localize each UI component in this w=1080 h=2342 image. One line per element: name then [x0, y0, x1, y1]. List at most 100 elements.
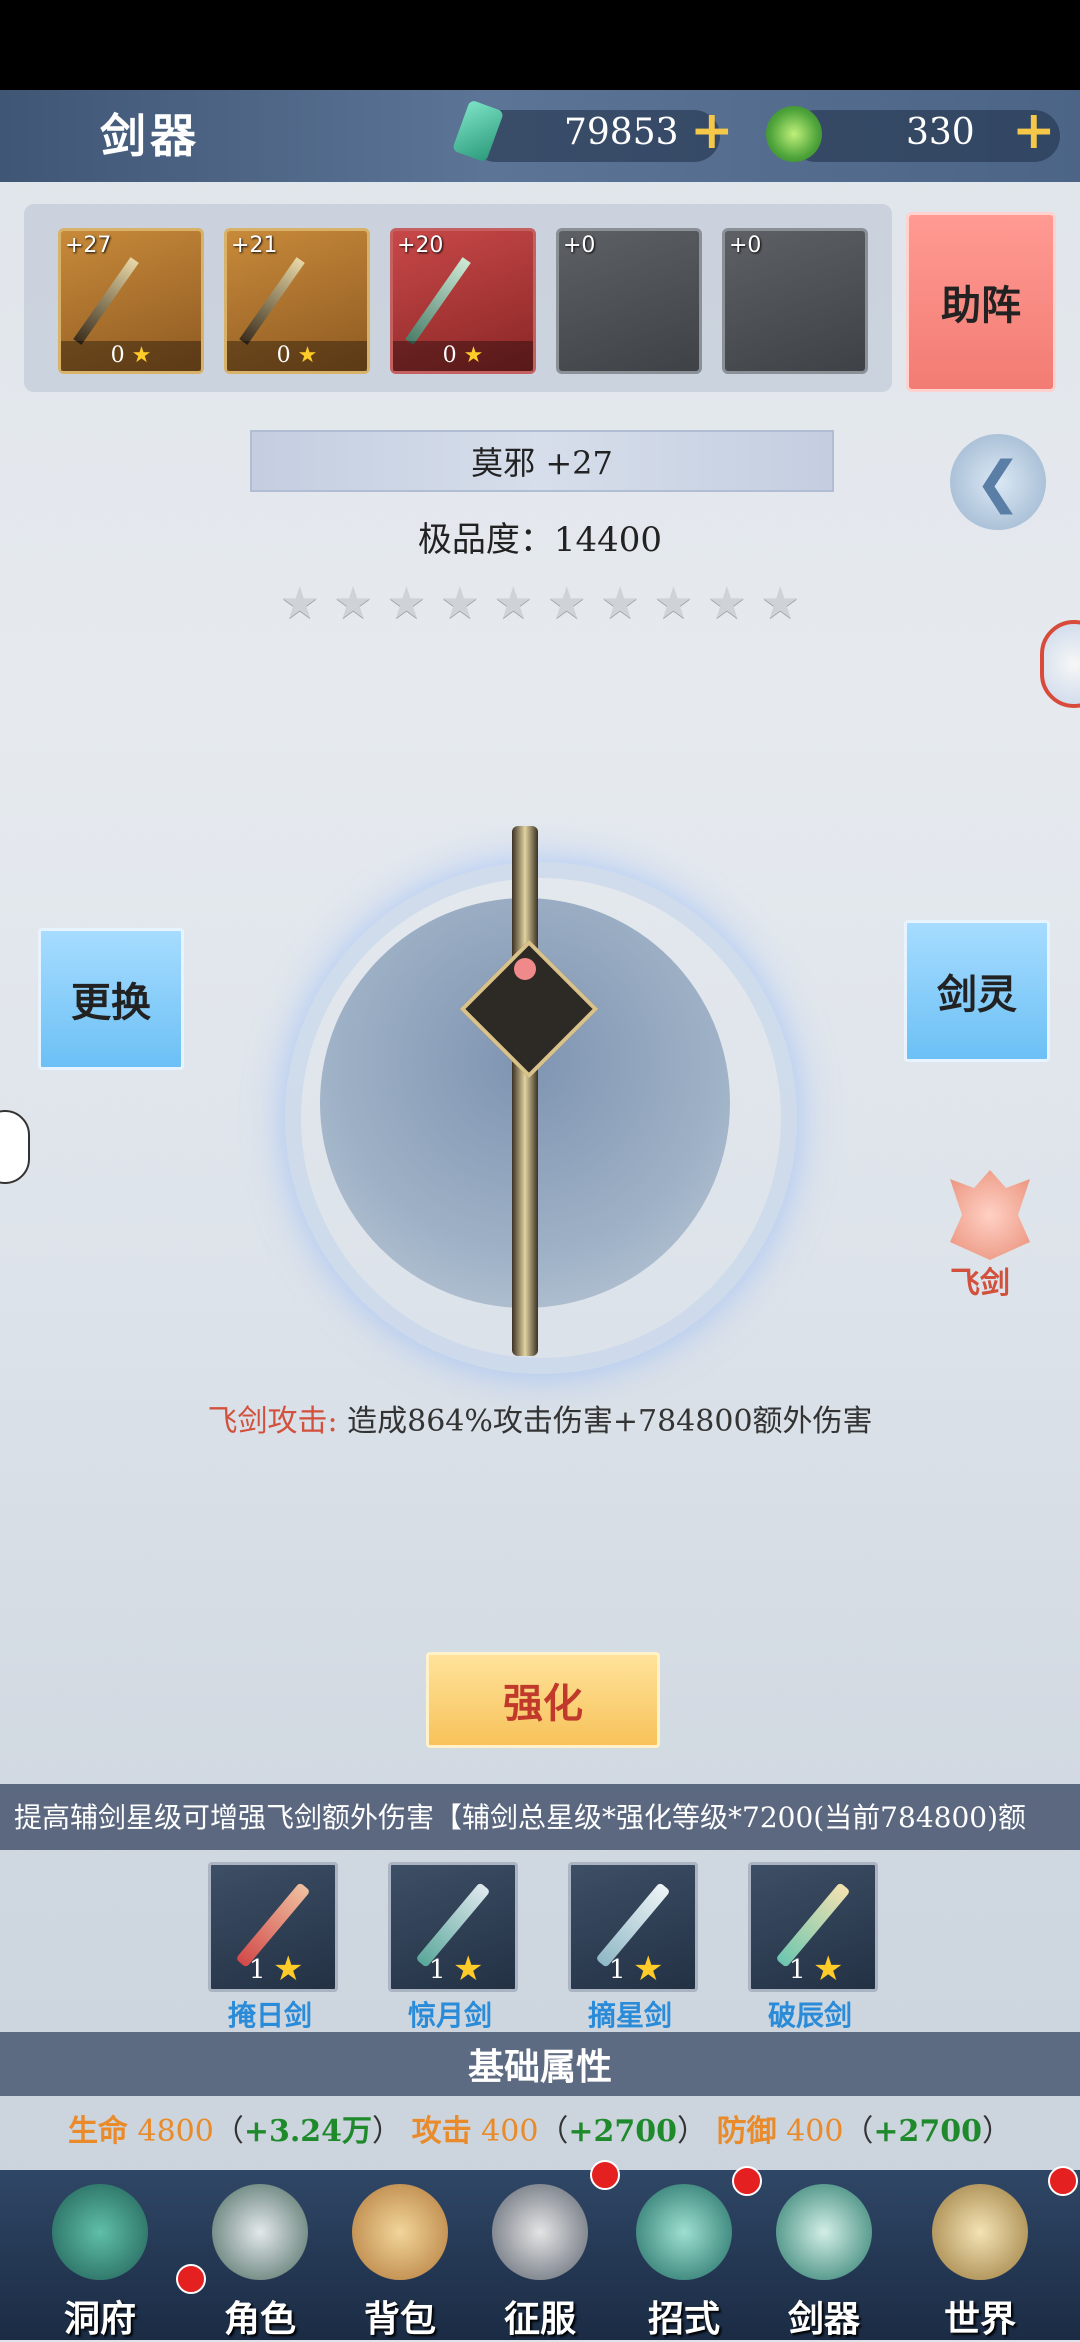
- weapon-quality: 极品度：14400: [417, 520, 663, 560]
- star-icon: ★: [813, 1949, 844, 1989]
- aux-sword-name: 破辰剑: [767, 1999, 852, 2032]
- sword-gem: [514, 958, 536, 980]
- crystal-add-button[interactable]: +: [690, 100, 734, 161]
- nav-item-world[interactable]: 世界: [910, 2166, 1078, 2340]
- star-icon: ★: [440, 578, 480, 629]
- aux-level: 1: [609, 1955, 626, 1985]
- sword-slot-2[interactable]: +21 0 ★: [224, 228, 370, 374]
- hp-bonus: +3.24万: [243, 2114, 373, 2149]
- star-icon: ★: [273, 1949, 304, 1989]
- star-icon: ★: [760, 578, 800, 629]
- flying-attack-description: 飞剑攻击: 造成864%攻击伤害+784800额外伤害: [0, 1396, 1080, 1440]
- nav-label: 招式: [647, 2298, 720, 2340]
- nav-item-sword[interactable]: 剑器: [754, 2180, 894, 2340]
- star-icon: ★: [280, 578, 320, 629]
- page-title: 剑器: [100, 109, 200, 163]
- side-character-icon[interactable]: [1040, 620, 1080, 708]
- close-paren: ）: [982, 2114, 1013, 2149]
- aux-sword-slot-2[interactable]: 1 ★: [388, 1862, 518, 1992]
- sword-icon: [512, 826, 538, 1356]
- basic-attributes-header: 基础属性: [0, 2032, 1080, 2096]
- star-icon: ★: [453, 1949, 484, 1989]
- left-side-tab[interactable]: [0, 1110, 30, 1184]
- atk-value: 400: [481, 2114, 539, 2149]
- open-paren: （: [213, 2114, 244, 2149]
- slot-level: +20: [397, 233, 444, 258]
- info-text: 提高辅剑星级可增强飞剑额外伤害【辅剑总星级*强化等级*7200(当前784800…: [14, 1801, 1026, 1834]
- jade-icon: [766, 106, 822, 162]
- nav-item-skills[interactable]: 招式: [614, 2166, 762, 2340]
- star-icon: ★: [493, 578, 534, 629]
- nav-label: 角色: [223, 2298, 296, 2340]
- aux-level: 1: [429, 1955, 446, 1985]
- nav-label: 背包: [363, 2298, 436, 2340]
- close-paren: ）: [372, 2114, 403, 2149]
- star-icon: ★: [546, 578, 587, 629]
- star-icon: ★: [463, 343, 484, 368]
- sword-nav-icon: [776, 2184, 872, 2280]
- attack-text: 造成864%攻击伤害+784800额外伤害: [347, 1404, 873, 1439]
- def-value: 400: [786, 2114, 844, 2149]
- enhance-button[interactable]: 强化: [426, 1652, 660, 1748]
- weapon-name-banner: 莫邪 +27: [250, 430, 834, 492]
- notification-badge: [1048, 2166, 1078, 2196]
- nav-label: 剑器: [787, 2298, 860, 2340]
- weapon-star-rating: ★ ★ ★ ★ ★ ★ ★ ★ ★ ★: [280, 578, 800, 629]
- slot-level: +27: [65, 233, 112, 258]
- sword-icon: [73, 257, 139, 345]
- star-icon: ★: [707, 578, 747, 629]
- aux-sword-name: 摘星剑: [587, 1999, 672, 2032]
- open-paren: （: [843, 2114, 874, 2149]
- close-paren: ）: [677, 2114, 708, 2149]
- aux-level: 1: [789, 1955, 806, 1985]
- crossed-swords-icon: [492, 2184, 588, 2280]
- star-icon: ★: [333, 578, 373, 629]
- nav-label: 洞府: [63, 2298, 136, 2340]
- sword-spirit-button[interactable]: 剑灵: [904, 920, 1050, 1062]
- star-icon: ★: [131, 343, 152, 368]
- aux-level: 1: [249, 1955, 266, 1985]
- sword-slot-3[interactable]: +20 0 ★: [390, 228, 536, 374]
- bag-icon: [352, 2184, 448, 2280]
- sword-slot-4[interactable]: +0: [556, 228, 702, 374]
- star-icon: ★: [653, 578, 694, 629]
- aux-sword-name: 惊月剑: [407, 1999, 492, 2032]
- change-button[interactable]: 更换: [38, 928, 184, 1070]
- jade-add-button[interactable]: +: [1012, 100, 1056, 161]
- sword-slot-1[interactable]: +27 0 ★: [58, 228, 204, 374]
- nav-item-conquer[interactable]: 征服: [470, 2160, 620, 2340]
- collapse-arrow-icon[interactable]: ❮: [950, 434, 1046, 530]
- flying-sword-label[interactable]: 飞剑: [950, 1258, 1010, 1302]
- slot-star-count: 0: [442, 343, 457, 368]
- crystal-value: 79853: [564, 112, 679, 153]
- assist-button[interactable]: 助阵: [906, 212, 1056, 392]
- slot-star-bar: 0 ★: [61, 341, 201, 371]
- hp-label: 生命: [67, 2114, 128, 2149]
- aux-sword-slot-4[interactable]: 1 ★: [748, 1862, 878, 1992]
- jade-value: 330: [906, 112, 975, 153]
- aux-sword-name: 掩日剑: [227, 1999, 312, 2032]
- star-icon: ★: [297, 343, 318, 368]
- star-icon: ★: [386, 578, 427, 629]
- hp-value: 4800: [137, 2114, 214, 2149]
- nav-item-cave[interactable]: 洞府: [30, 2180, 206, 2340]
- atk-label: 攻击: [411, 2114, 472, 2149]
- slot-star-bar: 0 ★: [227, 341, 367, 371]
- nav-item-bag[interactable]: 背包: [330, 2180, 470, 2340]
- world-map-icon: [932, 2184, 1028, 2280]
- sword-icon: [405, 257, 471, 345]
- slot-level: +21: [231, 233, 278, 258]
- status-bar: [0, 0, 1080, 90]
- aux-sword-slot-1[interactable]: 1 ★: [208, 1862, 338, 1992]
- nav-item-character[interactable]: 角色: [190, 2180, 330, 2340]
- sword-icon: [239, 257, 305, 345]
- def-label: 防御: [716, 2114, 777, 2149]
- aux-sword-slot-3[interactable]: 1 ★: [568, 1862, 698, 1992]
- open-paren: （: [538, 2114, 569, 2149]
- def-bonus: +2700: [873, 2114, 983, 2149]
- nav-label: 征服: [503, 2298, 576, 2340]
- nav-label: 世界: [943, 2298, 1016, 2340]
- flying-sword-icon[interactable]: [950, 1170, 1030, 1260]
- sword-slot-5[interactable]: +0: [722, 228, 868, 374]
- scroll-book-icon: [636, 2184, 732, 2280]
